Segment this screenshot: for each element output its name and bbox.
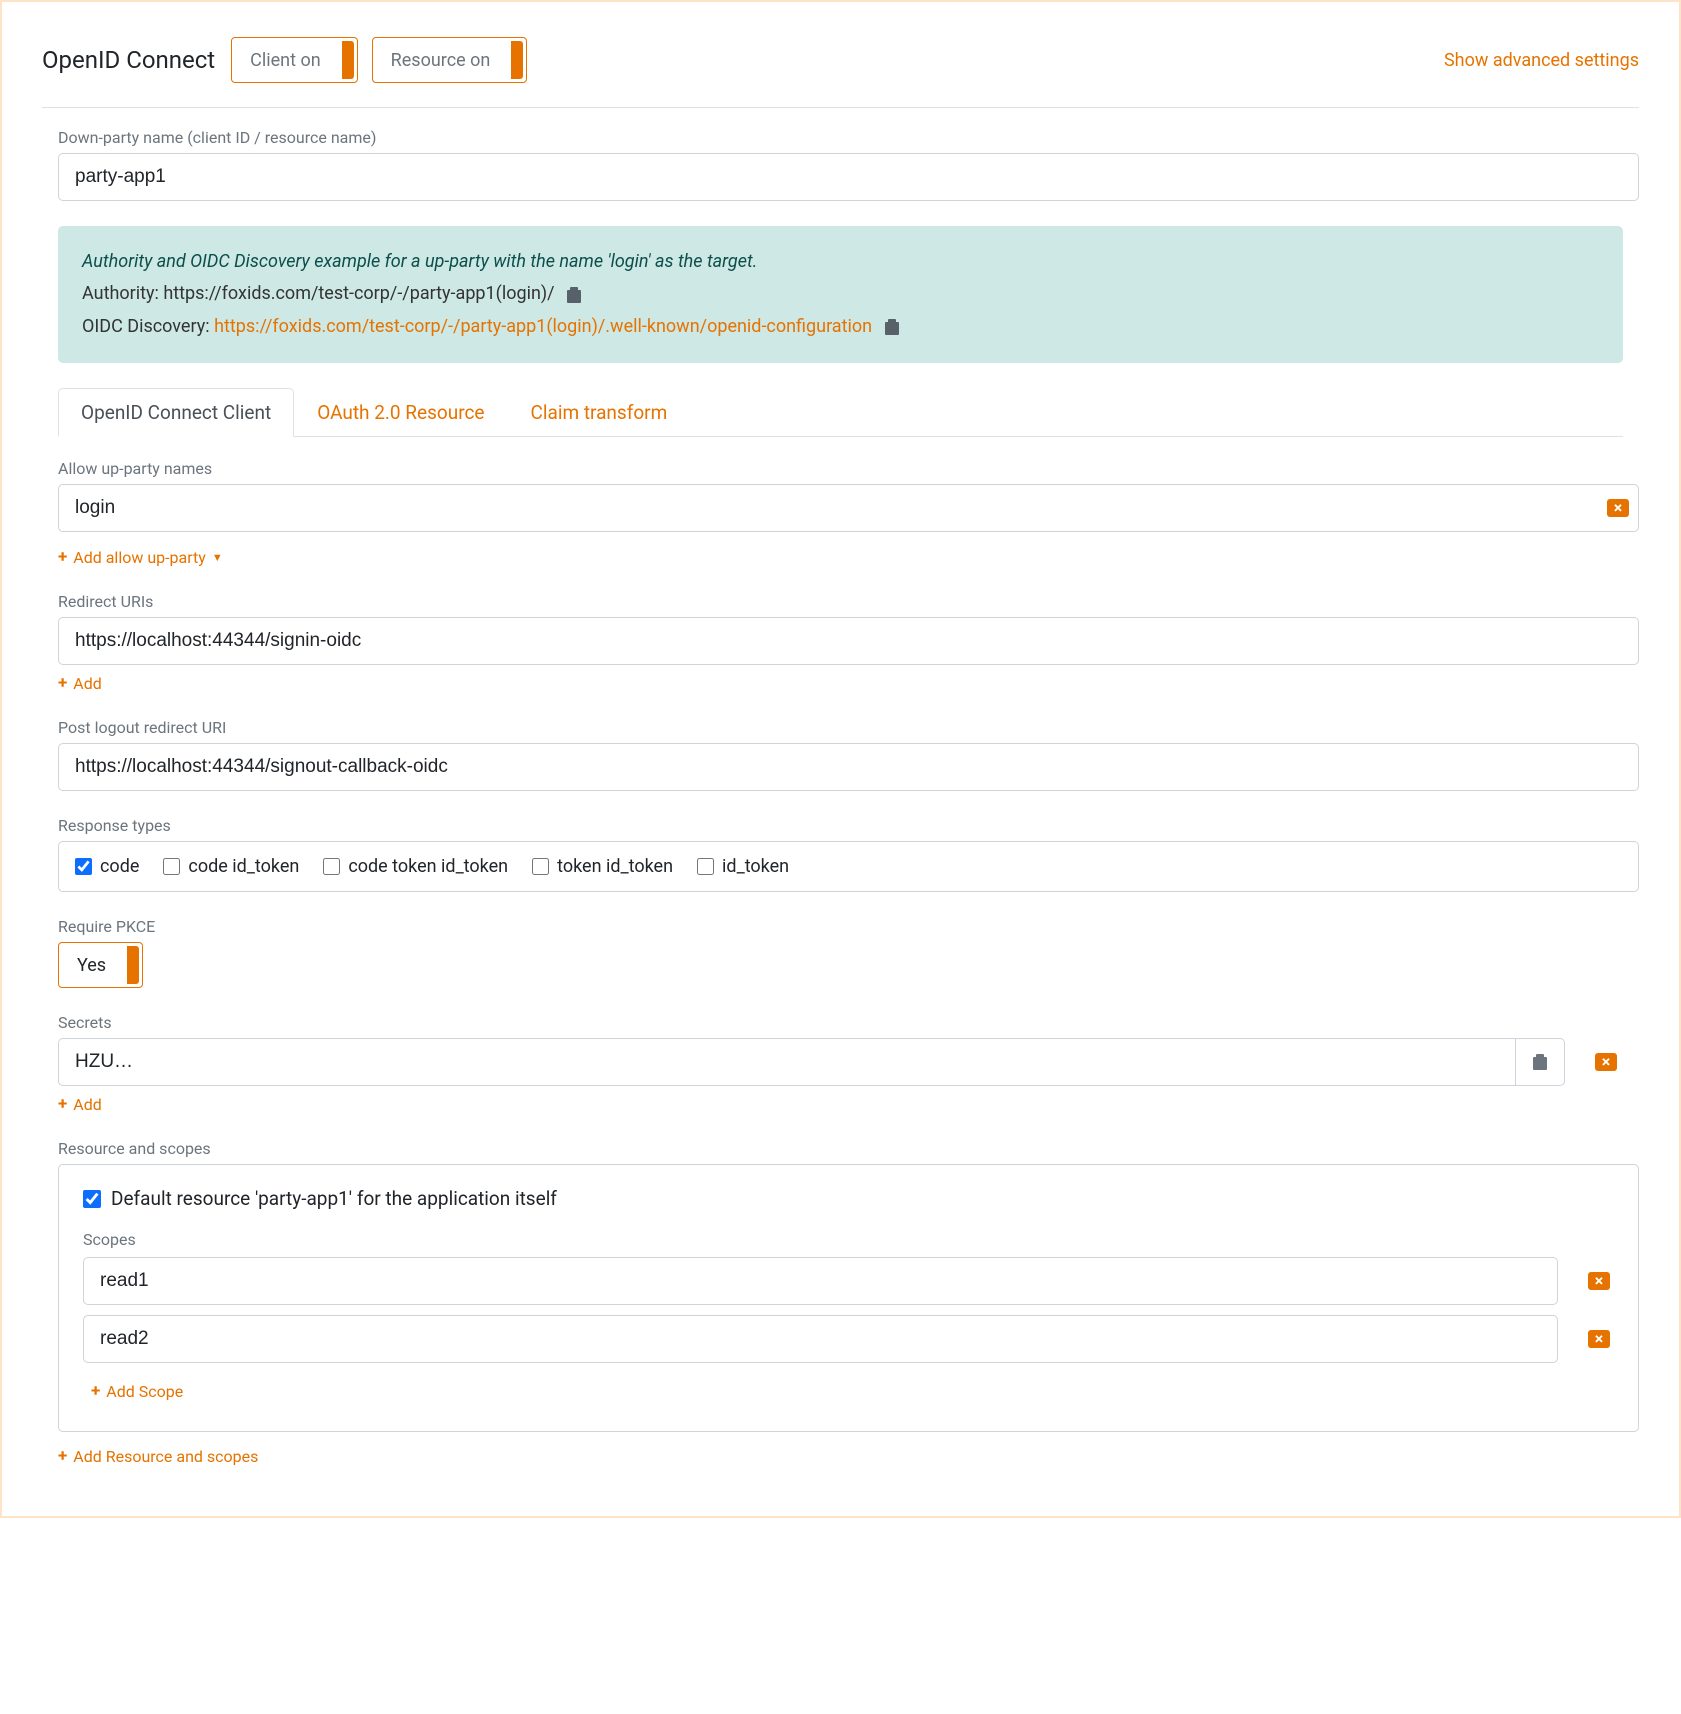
redirect-label: Redirect URIs <box>42 592 1639 611</box>
discovery-url-link[interactable]: https://foxids.com/test-corp/-/party-app… <box>214 316 872 337</box>
resource-toggle-label: Resource on <box>373 50 509 71</box>
checkbox-code-token-id-token[interactable]: code token id_token <box>323 856 508 877</box>
header-row: OpenID Connect Client on Resource on Sho… <box>42 37 1639 108</box>
delete-icon[interactable] <box>1607 499 1629 517</box>
clipboard-icon <box>1533 1054 1547 1070</box>
post-logout-label: Post logout redirect URI <box>42 718 1639 737</box>
clipboard-icon[interactable] <box>567 287 581 303</box>
scope-input[interactable] <box>83 1315 1558 1363</box>
pkce-label: Require PKCE <box>42 917 1639 936</box>
response-types-group: code code id_token code token id_token t… <box>58 841 1639 892</box>
authority-label: Authority: <box>82 283 163 304</box>
default-resource-check[interactable]: Default resource 'party-app1' for the ap… <box>83 1187 1614 1210</box>
scope-input[interactable] <box>83 1257 1558 1305</box>
checkbox-input[interactable] <box>83 1190 101 1208</box>
scope-row <box>83 1315 1614 1363</box>
toggle-thumb-icon <box>127 946 139 984</box>
plus-icon: + <box>58 547 67 567</box>
secret-input[interactable] <box>58 1038 1515 1086</box>
info-authority-line: Authority: https://foxids.com/test-corp/… <box>82 278 1599 310</box>
copy-secret-button[interactable] <box>1515 1038 1565 1086</box>
resource-toggle[interactable]: Resource on <box>372 37 528 83</box>
discovery-label: OIDC Discovery: <box>82 316 214 337</box>
clipboard-icon[interactable] <box>885 319 899 335</box>
checkbox-input[interactable] <box>697 858 714 875</box>
checkbox-input[interactable] <box>532 858 549 875</box>
pkce-value: Yes <box>59 955 124 976</box>
client-toggle[interactable]: Client on <box>231 37 358 83</box>
client-toggle-label: Client on <box>232 50 339 71</box>
info-heading: Authority and OIDC Discovery example for… <box>82 246 1599 278</box>
plus-icon: + <box>58 673 67 693</box>
checkbox-code-id-token[interactable]: code id_token <box>163 856 299 877</box>
checkbox-id-token[interactable]: id_token <box>697 856 789 877</box>
page-title: OpenID Connect <box>42 46 215 74</box>
add-scope-label: Add Scope <box>106 1382 183 1401</box>
delete-icon[interactable] <box>1588 1272 1610 1290</box>
response-types-label: Response types <box>42 816 1639 835</box>
checkbox-token-id-token[interactable]: token id_token <box>532 856 673 877</box>
add-redirect-link[interactable]: + Add <box>58 673 102 693</box>
tab-resource[interactable]: OAuth 2.0 Resource <box>294 388 507 437</box>
plus-icon: + <box>91 1381 100 1401</box>
tab-claim[interactable]: Claim transform <box>508 388 691 437</box>
resource-scopes-box: Default resource 'party-app1' for the ap… <box>58 1164 1639 1432</box>
toggle-thumb-icon <box>511 41 523 79</box>
plus-icon: + <box>58 1094 67 1114</box>
secrets-label: Secrets <box>42 1013 1639 1032</box>
resource-scopes-label: Resource and scopes <box>42 1139 1639 1158</box>
caret-down-icon: ▼ <box>212 551 223 564</box>
tabs: OpenID Connect Client OAuth 2.0 Resource… <box>58 388 1623 437</box>
add-resource-scopes-label: Add Resource and scopes <box>73 1447 258 1466</box>
info-box: Authority and OIDC Discovery example for… <box>58 226 1623 363</box>
delete-icon[interactable] <box>1595 1053 1617 1071</box>
post-logout-input[interactable] <box>58 743 1639 791</box>
add-resource-scopes-link[interactable]: + Add Resource and scopes <box>58 1446 258 1466</box>
show-advanced-link[interactable]: Show advanced settings <box>1444 50 1639 71</box>
toggle-thumb-icon <box>342 41 354 79</box>
plus-icon: + <box>58 1446 67 1466</box>
add-up-party-label: Add allow up-party <box>73 548 206 567</box>
default-resource-label: Default resource 'party-app1' for the ap… <box>111 1187 557 1210</box>
up-party-label: Allow up-party names <box>42 459 1639 478</box>
down-party-label: Down-party name (client ID / resource na… <box>42 128 1639 147</box>
down-party-input[interactable] <box>58 153 1639 201</box>
add-redirect-label: Add <box>73 674 101 693</box>
tab-client[interactable]: OpenID Connect Client <box>58 388 294 437</box>
scopes-label: Scopes <box>83 1230 1614 1249</box>
add-secret-label: Add <box>73 1095 101 1114</box>
up-party-input[interactable] <box>58 484 1639 532</box>
add-up-party-link[interactable]: + Add allow up-party ▼ <box>58 547 223 567</box>
pkce-toggle[interactable]: Yes <box>58 942 143 988</box>
checkbox-input[interactable] <box>75 858 92 875</box>
checkbox-input[interactable] <box>323 858 340 875</box>
checkbox-input[interactable] <box>163 858 180 875</box>
add-scope-link[interactable]: + Add Scope <box>91 1381 183 1401</box>
redirect-input[interactable] <box>58 617 1639 665</box>
delete-icon[interactable] <box>1588 1330 1610 1348</box>
info-discovery-line: OIDC Discovery: https://foxids.com/test-… <box>82 311 1599 343</box>
authority-url: https://foxids.com/test-corp/-/party-app… <box>163 283 554 304</box>
checkbox-code[interactable]: code <box>75 856 139 877</box>
scope-row <box>83 1257 1614 1305</box>
add-secret-link[interactable]: + Add <box>58 1094 102 1114</box>
